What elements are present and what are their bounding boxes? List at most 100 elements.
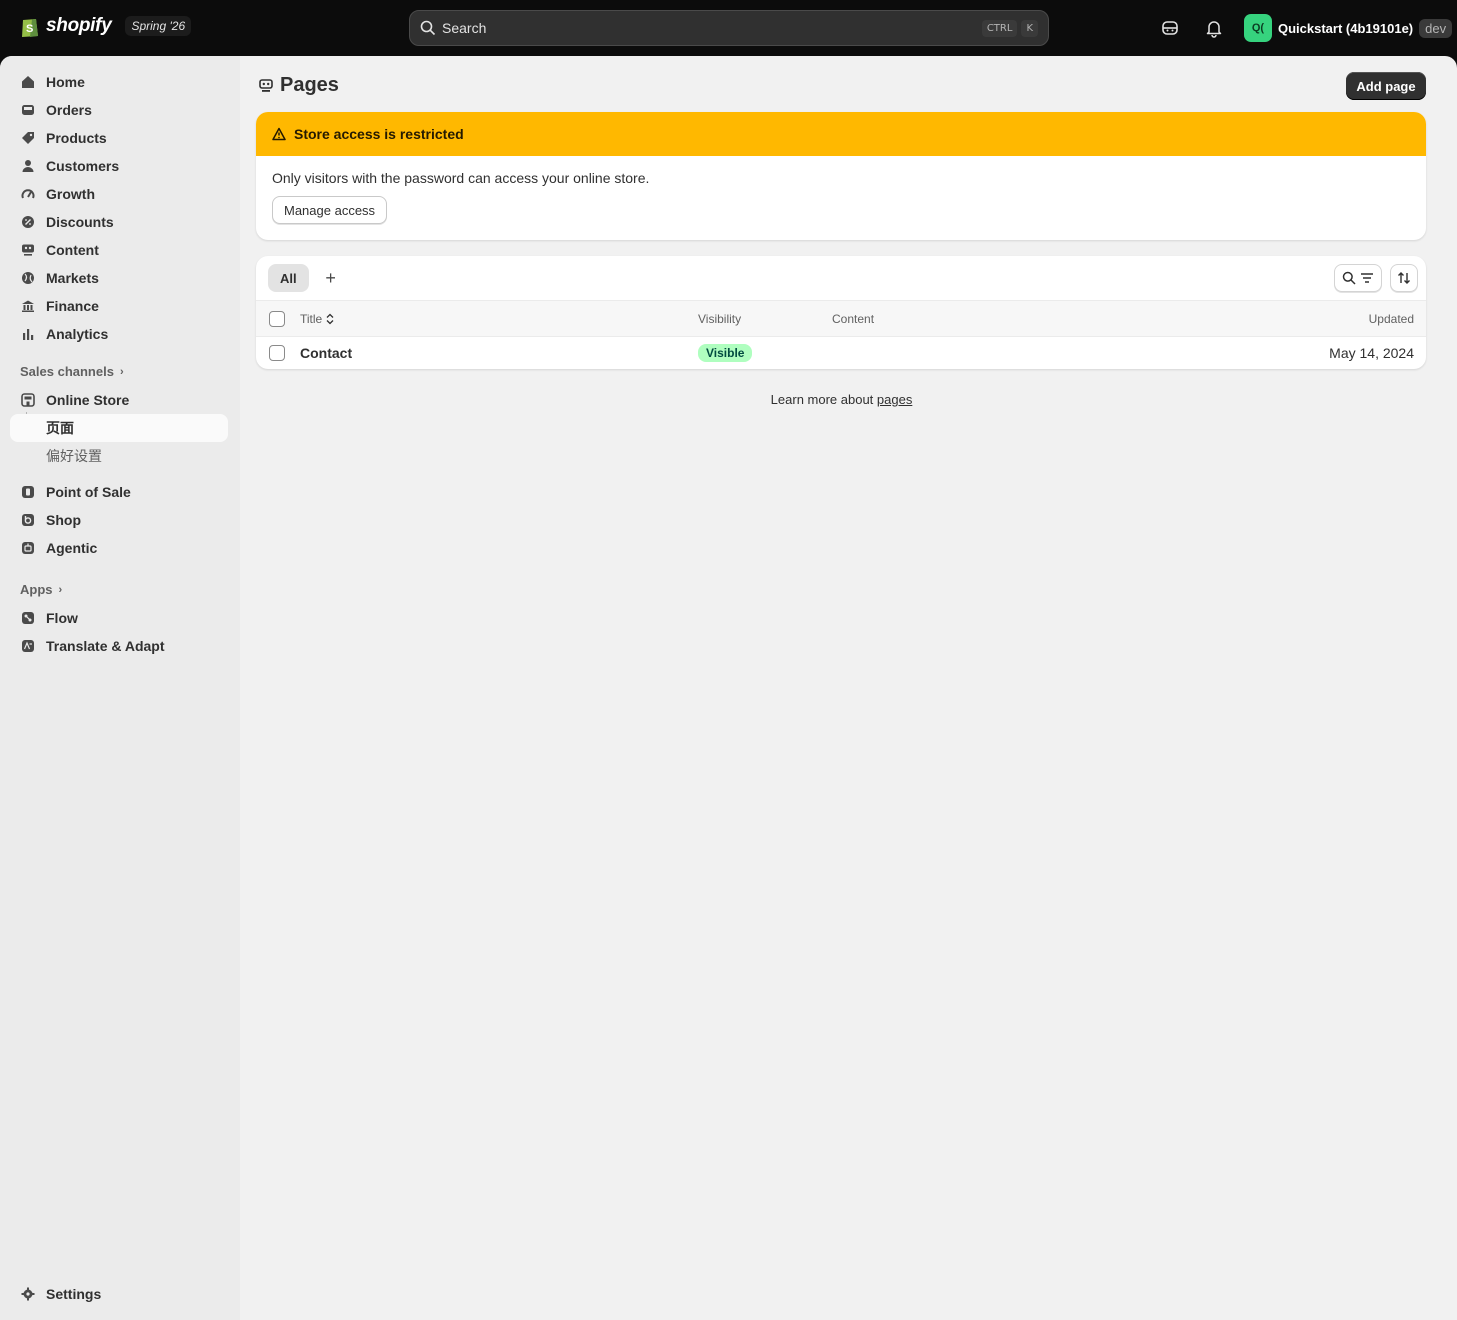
- sidebar-item-flow[interactable]: Flow: [10, 604, 228, 632]
- sidebar-subitem-pages[interactable]: 页面: [10, 414, 228, 442]
- sidebar-item-label: Discounts: [46, 214, 114, 230]
- learn-more-link[interactable]: pages: [877, 392, 912, 407]
- home-icon: [20, 74, 36, 90]
- banner-title: Store access is restricted: [294, 126, 464, 142]
- table-header: Title Visibility Content Updated: [256, 300, 1426, 337]
- sidebar-item-label: Markets: [46, 270, 99, 286]
- sidebar-item-label: Finance: [46, 298, 99, 314]
- sidebar-item-customers[interactable]: Customers: [10, 152, 228, 180]
- sidebar-item-label: Point of Sale: [46, 484, 131, 500]
- sidebar: Home Orders Products Customers Growth Di…: [0, 56, 240, 1320]
- chevron-right-icon: ›: [119, 365, 124, 378]
- sort-icon: [1398, 272, 1410, 284]
- manage-access-button[interactable]: Manage access: [272, 196, 388, 224]
- column-content: Content: [832, 312, 875, 326]
- column-updated: Updated: [1368, 312, 1414, 326]
- svg-text:S: S: [26, 23, 33, 35]
- search-icon: [420, 20, 436, 36]
- sidebar-item-content[interactable]: Content: [10, 236, 228, 264]
- sales-channels-label: Sales channels: [20, 364, 114, 379]
- sidebar-item-label: Growth: [46, 186, 95, 202]
- agentic-icon: [20, 540, 36, 556]
- row-updated: May 14, 2024: [1329, 345, 1414, 361]
- sidebar-item-markets[interactable]: Markets: [10, 264, 228, 292]
- sidebar-subitem-preferences[interactable]: 偏好设置: [10, 442, 228, 470]
- edition-badge: Spring '26: [125, 16, 192, 36]
- sidebar-item-label: Content: [46, 242, 99, 258]
- page-title-text: Pages: [280, 74, 339, 96]
- learn-more-note: Learn more about pages: [0, 392, 1457, 407]
- content-icon: [20, 242, 36, 258]
- shopify-logo[interactable]: S shopify Spring '26: [20, 14, 192, 38]
- shop-app-icon: [20, 512, 36, 528]
- add-page-button[interactable]: Add page: [1346, 72, 1426, 100]
- sidebar-item-label: Home: [46, 74, 85, 90]
- tag-icon: [20, 130, 36, 146]
- view-tabs: All +: [268, 264, 345, 292]
- sidebar-item-discounts[interactable]: Discounts: [10, 208, 228, 236]
- column-title[interactable]: Title: [300, 312, 334, 326]
- table-row[interactable]: Contact Visible May 14, 2024: [256, 337, 1426, 369]
- search-icon: [1342, 271, 1356, 285]
- row-title[interactable]: Contact: [300, 345, 352, 361]
- sidebar-item-finance[interactable]: Finance: [10, 292, 228, 320]
- sidebar-item-growth[interactable]: Growth: [10, 180, 228, 208]
- select-all-checkbox[interactable]: [269, 311, 285, 327]
- sidebar-item-label: Agentic: [46, 540, 98, 556]
- inbox-icon: [20, 102, 36, 118]
- apps-label: Apps: [20, 582, 53, 597]
- bank-icon: [20, 298, 36, 314]
- banner-header: Store access is restricted: [256, 112, 1426, 156]
- column-title-label: Title: [300, 312, 323, 326]
- sort-button[interactable]: [1390, 264, 1418, 292]
- sidebar-item-label: Flow: [46, 610, 78, 626]
- tab-all[interactable]: All: [268, 264, 309, 292]
- search-shortcut: CTRL K: [981, 19, 1038, 37]
- translate-icon: [20, 638, 36, 654]
- banner-text: Only visitors with the password can acce…: [272, 170, 650, 186]
- warning-icon: [272, 127, 286, 141]
- sidebar-item-translate-adapt[interactable]: Translate & Adapt: [10, 632, 228, 660]
- sidebar-item-label: Settings: [46, 1286, 102, 1302]
- sidebar-item-orders[interactable]: Orders: [10, 96, 228, 124]
- status-badge: Visible: [698, 344, 753, 362]
- bell-icon[interactable]: [1204, 18, 1224, 38]
- kbd-k: K: [1021, 19, 1038, 37]
- sidebar-item-home[interactable]: Home: [10, 68, 228, 96]
- sidebar-item-label: Shop: [46, 512, 81, 528]
- kbd-ctrl: CTRL: [981, 19, 1018, 37]
- filter-icon: [1361, 273, 1373, 283]
- store-avatar: Q(: [1244, 14, 1272, 42]
- bar-chart-icon: [20, 326, 36, 342]
- row-visibility: Visible: [698, 344, 753, 362]
- sidebar-item-label: 页面: [46, 420, 74, 436]
- sidebar-item-point-of-sale[interactable]: Point of Sale: [10, 478, 228, 506]
- sidebar-item-agentic[interactable]: Agentic: [10, 534, 228, 562]
- sidebar-item-analytics[interactable]: Analytics: [10, 320, 228, 348]
- sidebar-item-label: Customers: [46, 158, 120, 174]
- add-view-icon[interactable]: +: [317, 264, 345, 292]
- apps-heading[interactable]: Apps ›: [20, 582, 62, 597]
- sidebar-item-label: Analytics: [46, 326, 109, 342]
- sidekick-icon[interactable]: [1160, 18, 1180, 38]
- row-checkbox[interactable]: [269, 345, 285, 361]
- sidebar-item-settings[interactable]: Settings: [10, 1280, 228, 1308]
- search-placeholder: Search: [442, 20, 487, 36]
- chevron-right-icon: ›: [58, 583, 63, 596]
- person-icon: [20, 158, 36, 174]
- brand-wordmark: shopify: [46, 15, 112, 36]
- pages-table-card: All + Title Visibility Content Updated C…: [256, 256, 1426, 369]
- search-filter-button[interactable]: [1334, 264, 1382, 292]
- search-input[interactable]: Search CTRL K: [409, 10, 1049, 46]
- sidebar-item-label: Products: [46, 130, 107, 146]
- store-switcher[interactable]: Q( Quickstart (4b19101e) dev: [1244, 14, 1453, 42]
- sidebar-item-label: 偏好设置: [46, 448, 102, 464]
- sidebar-item-products[interactable]: Products: [10, 124, 228, 152]
- admin-shell: Home Orders Products Customers Growth Di…: [0, 56, 1457, 1320]
- sales-channels-heading[interactable]: Sales channels ›: [20, 364, 124, 379]
- sidebar-item-shop[interactable]: Shop: [10, 506, 228, 534]
- store-access-banner: Store access is restricted Only visitors…: [256, 112, 1426, 240]
- sort-toggle-icon: [326, 313, 334, 325]
- page-title: Pages: [258, 74, 339, 97]
- flow-icon: [20, 610, 36, 626]
